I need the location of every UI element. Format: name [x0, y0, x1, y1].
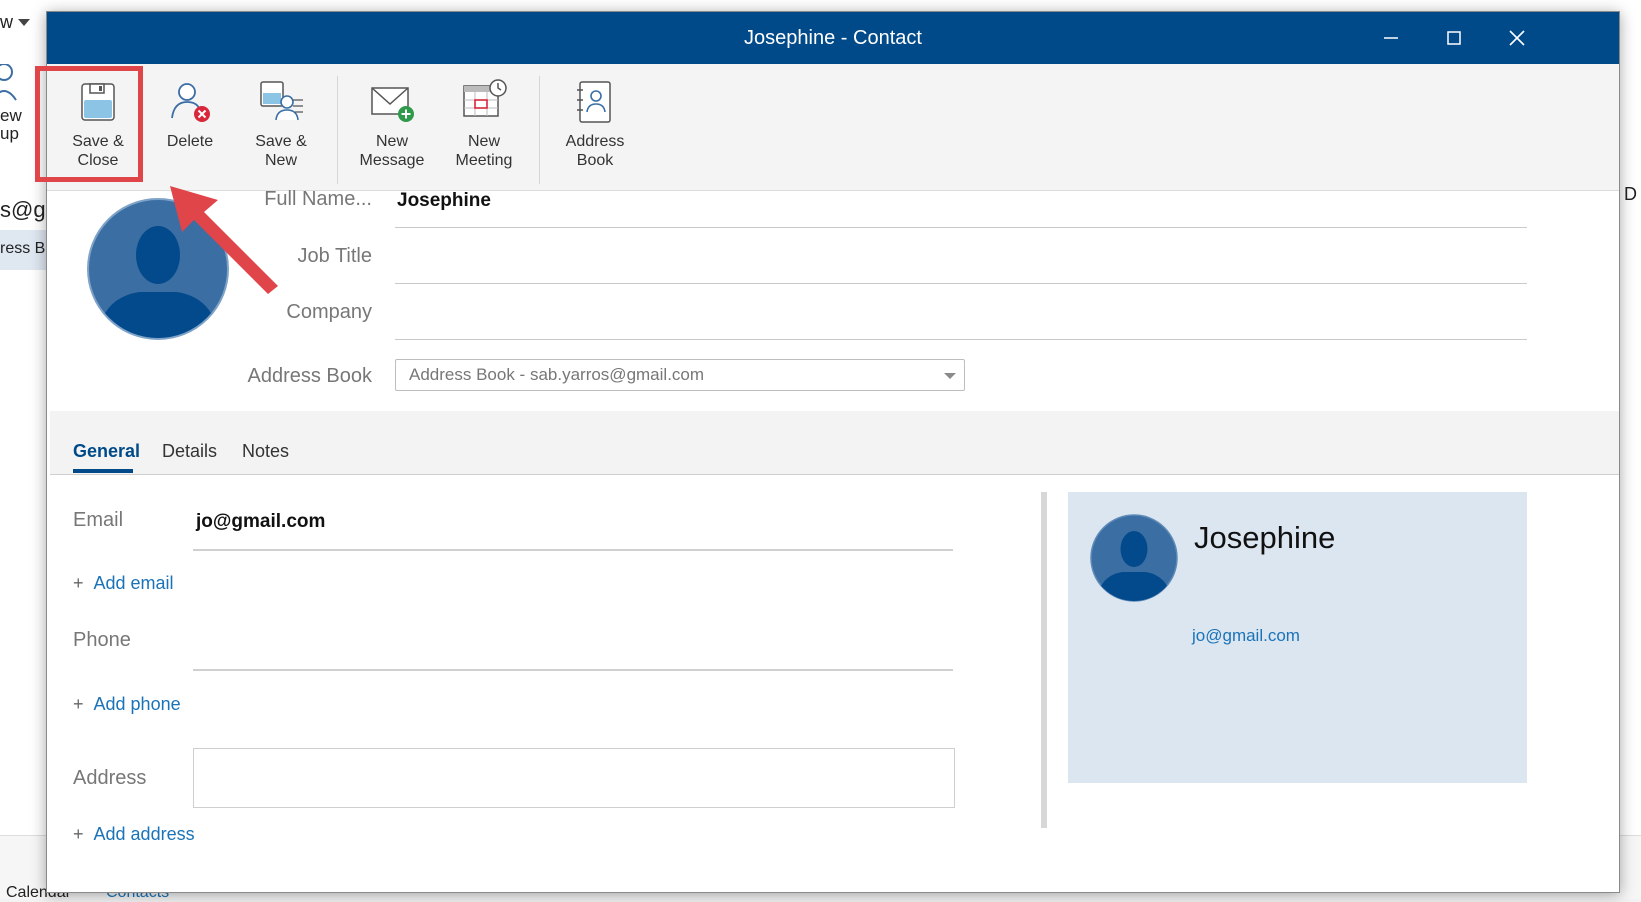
- email-underline: [193, 549, 953, 551]
- minimize-icon: [1384, 37, 1398, 39]
- add-address-label: Add address: [93, 824, 195, 844]
- tab-notes[interactable]: Notes: [242, 441, 289, 462]
- background-right-fragment: D: [1624, 184, 1637, 204]
- company-label: Company: [286, 301, 372, 323]
- maximize-icon: [1447, 31, 1461, 45]
- address-book-selected: Address Book - sab.yarros@gmail.com: [409, 365, 705, 384]
- plus-icon: +: [73, 694, 84, 714]
- account-email-fragment: s@g: [0, 197, 46, 222]
- card-avatar: [1090, 514, 1178, 602]
- new-message-icon: [371, 87, 414, 122]
- delete-label: Delete: [166, 133, 214, 150]
- full-name-underline: [395, 227, 1527, 228]
- add-address-button[interactable]: + Add address: [73, 824, 195, 845]
- ribbon: Save & Close Delete Save & New New Messa…: [47, 64, 1619, 191]
- add-email-button[interactable]: + Add email: [73, 573, 174, 594]
- phone-label: Phone: [73, 629, 131, 651]
- address-book-label-1: Address: [565, 133, 625, 150]
- new-message-label-2: Message: [359, 152, 425, 169]
- plus-icon: +: [73, 573, 84, 593]
- address-book-dropdown[interactable]: Address Book - sab.yarros@gmail.com: [395, 359, 965, 391]
- active-tab-indicator: [73, 469, 133, 473]
- address-book-label-2: Book: [576, 152, 614, 169]
- save-new-button[interactable]: Save & New: [233, 74, 329, 186]
- ribbon-separator: [539, 76, 540, 184]
- highlight-box: [35, 66, 143, 182]
- save-new-label-2: New: [264, 152, 297, 169]
- new-group-label-1: ew: [0, 106, 22, 125]
- full-name-value[interactable]: Josephine: [397, 190, 491, 212]
- plus-icon: +: [73, 824, 84, 844]
- new-group-label-2: up: [0, 124, 19, 143]
- background-menu-fragment: w: [0, 12, 13, 32]
- new-group-icon: [0, 64, 17, 101]
- tab-general[interactable]: General: [73, 441, 140, 462]
- add-phone-button[interactable]: + Add phone: [73, 694, 181, 715]
- close-button[interactable]: [1485, 12, 1549, 64]
- title-bar: Josephine - Contact: [47, 12, 1619, 64]
- delete-button[interactable]: Delete: [142, 74, 238, 186]
- company-underline: [395, 339, 1527, 340]
- address-field[interactable]: [193, 748, 955, 808]
- address-book-label: Address Book: [247, 365, 372, 387]
- tab-details[interactable]: Details: [162, 441, 217, 462]
- phone-underline: [193, 669, 953, 671]
- address-book-button[interactable]: Address Book: [547, 74, 643, 186]
- chevron-down-icon: [18, 19, 30, 26]
- save-new-label-1: Save &: [255, 133, 307, 150]
- address-book-nav-item[interactable]: ress B: [0, 230, 46, 270]
- job-title-underline: [395, 283, 1527, 284]
- background-right-pane: D: [1618, 62, 1641, 898]
- minimize-button[interactable]: [1359, 12, 1423, 64]
- pointer-arrow-icon: [170, 186, 278, 294]
- address-book-nav-label: ress B: [0, 240, 46, 257]
- add-phone-label: Add phone: [93, 694, 181, 714]
- email-label: Email: [73, 509, 124, 531]
- contact-card: Josephine jo@gmail.com: [1068, 492, 1527, 783]
- save-new-icon: [260, 81, 303, 121]
- chevron-down-icon: [944, 373, 956, 379]
- new-message-label-1: New: [375, 133, 408, 150]
- maximize-button[interactable]: [1422, 12, 1486, 64]
- new-meeting-label-2: Meeting: [455, 152, 513, 169]
- card-email-link[interactable]: jo@gmail.com: [1192, 626, 1300, 646]
- new-meeting-label-1: New: [467, 133, 500, 150]
- panel-divider: [1041, 492, 1047, 828]
- tab-bar: General Details Notes: [50, 411, 1619, 475]
- delete-contact-icon: [171, 83, 210, 122]
- new-message-button[interactable]: New Message: [344, 74, 440, 186]
- address-label: Address: [73, 767, 147, 789]
- contact-dialog: Josephine - Contact Save & Close Delete …: [46, 11, 1620, 893]
- address-book-icon: [577, 81, 611, 123]
- new-meeting-icon: [463, 79, 507, 117]
- card-name: Josephine: [1194, 520, 1336, 555]
- new-meeting-button[interactable]: New Meeting: [436, 74, 532, 186]
- ribbon-separator: [337, 76, 338, 184]
- email-field[interactable]: jo@gmail.com: [196, 511, 325, 533]
- close-icon: [1509, 30, 1525, 46]
- add-email-label: Add email: [93, 573, 174, 593]
- background-left-pane: ew up s@g ress B: [0, 62, 46, 898]
